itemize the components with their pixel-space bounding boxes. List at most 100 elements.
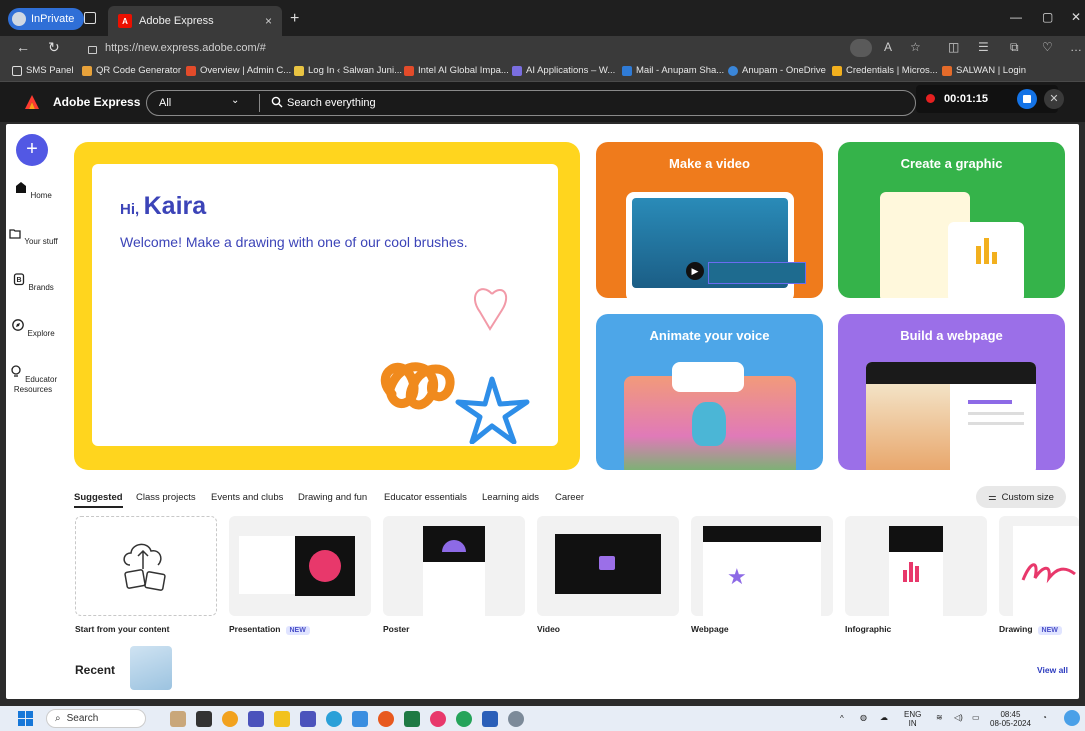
bookmark-item[interactable]: Log In ‹ Salwan Juni...: [294, 65, 402, 76]
minimize-button[interactable]: —: [1010, 10, 1022, 24]
webpage-template-tile[interactable]: ★: [691, 516, 833, 616]
view-all-link[interactable]: View all: [1037, 665, 1068, 675]
teams-work-icon[interactable]: [300, 711, 316, 727]
bookmark-item[interactable]: QR Code Generator: [82, 65, 181, 76]
back-icon[interactable]: ←: [16, 39, 30, 55]
teams-icon[interactable]: [248, 711, 264, 727]
drawing-template-tile[interactable]: [999, 516, 1079, 616]
bookmark-item[interactable]: AI Applications – W...: [512, 65, 615, 76]
adobe-express-logo-icon[interactable]: [24, 94, 40, 110]
sidebar-item-your-stuff[interactable]: Your stuff: [6, 226, 60, 247]
bookmark-item[interactable]: SMS Panel: [12, 65, 74, 76]
more-menu-icon[interactable]: …: [1070, 40, 1082, 54]
copilot-icon[interactable]: [1064, 710, 1080, 726]
word-icon[interactable]: [482, 711, 498, 727]
create-graphic-card[interactable]: Create a graphic: [838, 142, 1065, 298]
wifi-icon[interactable]: ≋: [936, 713, 943, 722]
tab-career[interactable]: Career: [555, 492, 584, 503]
chevron-down-icon[interactable]: ⌄: [231, 95, 239, 106]
whatsapp-icon[interactable]: [456, 711, 472, 727]
windows-start-icon[interactable]: [18, 711, 33, 726]
clock[interactable]: 08:45 08-05-2024: [990, 710, 1031, 728]
poster-template-tile[interactable]: [383, 516, 525, 616]
firefox-icon[interactable]: [378, 711, 394, 727]
infographic-template-tile[interactable]: [845, 516, 987, 616]
bookmark-item[interactable]: Mail - Anupam Sha...: [622, 65, 724, 76]
notifications-icon[interactable]: ◔: [1042, 713, 1047, 722]
tab-close-icon[interactable]: ×: [265, 14, 272, 28]
template-label[interactable]: Webpage: [691, 624, 729, 634]
create-button[interactable]: +: [16, 134, 48, 166]
search-input[interactable]: Search everything: [287, 97, 376, 109]
bookmark-item[interactable]: Credentials | Micros...: [832, 65, 938, 76]
onedrive-tray-icon[interactable]: ☁: [880, 713, 888, 722]
settings-gear-icon[interactable]: [508, 711, 524, 727]
file-explorer-icon[interactable]: [274, 711, 290, 727]
tab-suggested[interactable]: Suggested: [74, 492, 123, 508]
bookmark-item[interactable]: Overview | Admin C...: [186, 65, 291, 76]
taskbar-search[interactable]: ⌕ Search: [46, 709, 146, 728]
build-webpage-card[interactable]: Build a webpage: [838, 314, 1065, 470]
sidebar-item-educator-resources[interactable]: Educator Resources: [6, 364, 60, 395]
app-name[interactable]: Adobe Express: [53, 95, 140, 109]
template-label[interactable]: Infographic: [845, 624, 891, 634]
template-label[interactable]: Poster: [383, 624, 409, 634]
welcome-hero[interactable]: Hi, Kaira Welcome! Make a drawing with o…: [74, 142, 580, 470]
store-icon[interactable]: [352, 711, 368, 727]
bookmark-item[interactable]: SALWAN | Login: [942, 65, 1026, 76]
read-aloud-icon[interactable]: A: [884, 40, 892, 54]
battery-icon[interactable]: ▭: [972, 713, 980, 722]
browser-essentials-icon[interactable]: ♡: [1042, 40, 1053, 54]
browser-tab[interactable]: A Adobe Express ×: [108, 6, 282, 36]
sidebar-item-home[interactable]: Home: [6, 180, 60, 201]
close-window-button[interactable]: ✕: [1071, 10, 1081, 24]
sidebar-item-brands[interactable]: B Brands: [6, 272, 60, 293]
collections-icon[interactable]: ⧉: [1010, 40, 1019, 55]
mic-off-icon[interactable]: ✕: [1044, 89, 1064, 109]
video-template-tile[interactable]: [537, 516, 679, 616]
sidebar-item-explore[interactable]: Explore: [6, 318, 60, 339]
network-app-icon[interactable]: ◍: [860, 713, 867, 722]
photos-icon[interactable]: [430, 711, 446, 727]
make-video-card[interactable]: Make a video ▶: [596, 142, 823, 298]
template-label[interactable]: Start from your content: [75, 624, 169, 634]
bookmark-item[interactable]: Intel AI Global Impa...: [404, 65, 509, 76]
edge-icon[interactable]: [326, 711, 342, 727]
start-from-content-tile[interactable]: [75, 516, 217, 616]
widgets-icon[interactable]: [170, 711, 186, 727]
task-view-icon[interactable]: [196, 711, 212, 727]
tab-educator-essentials[interactable]: Educator essentials: [384, 492, 467, 503]
search-bar[interactable]: All ⌄ Search everything: [146, 90, 916, 116]
template-label[interactable]: Drawing NEW: [999, 624, 1062, 635]
inprivate-badge[interactable]: InPrivate: [8, 8, 85, 30]
volume-icon[interactable]: ◁): [954, 713, 963, 722]
split-screen-icon[interactable]: ◫: [948, 40, 959, 54]
url-field[interactable]: https://new.express.adobe.com/#: [88, 38, 868, 58]
clock-time: 08:45: [1000, 710, 1021, 719]
bookmark-item[interactable]: Anupam - OneDrive: [728, 65, 826, 76]
template-label[interactable]: Video: [537, 624, 560, 634]
favorites-icon[interactable]: ☰: [978, 40, 989, 54]
language-indicator[interactable]: ENG IN: [904, 710, 921, 728]
hero-canvas[interactable]: Hi, Kaira Welcome! Make a drawing with o…: [92, 164, 558, 446]
animate-voice-card[interactable]: Animate your voice: [596, 314, 823, 470]
custom-size-button[interactable]: ⚌ Custom size: [976, 486, 1066, 508]
stop-recording-button[interactable]: [1017, 89, 1037, 109]
tracking-prevention-icon[interactable]: [850, 39, 872, 57]
chevron-up-icon[interactable]: ^: [840, 714, 844, 723]
tab-events-and-clubs[interactable]: Events and clubs: [211, 492, 283, 503]
app-icon[interactable]: [222, 711, 238, 727]
excel-icon[interactable]: [404, 711, 420, 727]
favorite-star-icon[interactable]: ☆: [910, 40, 921, 54]
search-filter-select[interactable]: All: [159, 97, 171, 109]
tab-actions-icon[interactable]: [84, 12, 96, 24]
recent-item-thumbnail[interactable]: [130, 646, 172, 690]
tab-class-projects[interactable]: Class projects: [136, 492, 196, 503]
tab-drawing-and-fun[interactable]: Drawing and fun: [298, 492, 367, 503]
template-label[interactable]: Presentation NEW: [229, 624, 310, 635]
new-tab-button[interactable]: +: [290, 10, 299, 28]
presentation-template-tile[interactable]: [229, 516, 371, 616]
maximize-button[interactable]: ▢: [1042, 10, 1053, 24]
tab-learning-aids[interactable]: Learning aids: [482, 492, 539, 503]
refresh-icon[interactable]: ↻: [48, 39, 60, 56]
